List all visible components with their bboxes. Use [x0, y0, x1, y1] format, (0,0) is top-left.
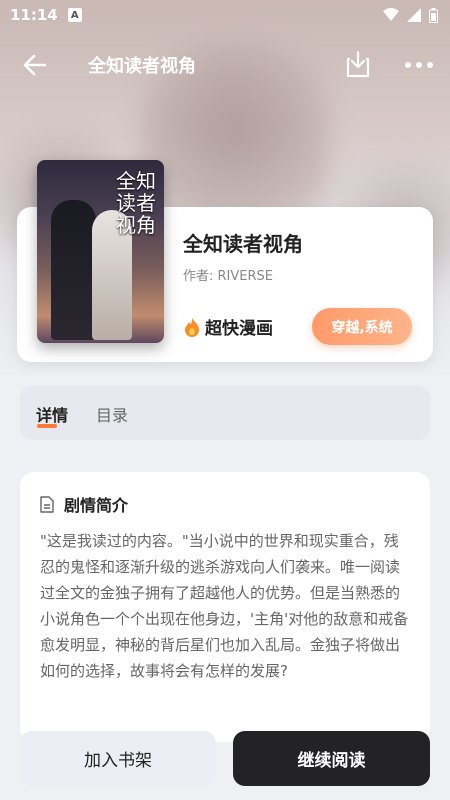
back-button[interactable]	[18, 48, 52, 82]
synopsis-header: 剧情简介	[40, 492, 128, 516]
wifi-icon	[383, 8, 399, 21]
top-app-bar: 全知读者视角	[0, 40, 450, 90]
tab-details[interactable]: 详情	[36, 402, 68, 426]
synopsis-heading: 剧情简介	[64, 496, 129, 515]
download-icon	[346, 50, 370, 78]
battery-icon	[429, 7, 438, 23]
download-button[interactable]	[345, 50, 375, 80]
continue-reading-button[interactable]: 继续阅读	[233, 731, 430, 786]
active-tab-indicator	[37, 424, 57, 428]
tab-catalog[interactable]: 目录	[96, 402, 128, 426]
genre-tag[interactable]: 穿越,系统	[312, 308, 412, 345]
source-label: 超快漫画	[205, 319, 273, 339]
add-to-shelf-button[interactable]: 加入书架	[20, 731, 216, 786]
fire-icon	[185, 317, 199, 337]
notification-badge-icon: A	[67, 8, 82, 22]
book-source: 超快漫画	[183, 314, 273, 339]
book-title: 全知读者视角	[183, 232, 303, 256]
book-author: 作者: RIVERSE	[183, 269, 273, 284]
status-time: 11:14	[10, 6, 58, 24]
page-title: 全知读者视角	[88, 56, 196, 77]
cover-title: 全知读者视角	[116, 169, 156, 237]
status-bar: 11:14 A	[0, 0, 450, 30]
more-button[interactable]	[402, 50, 438, 80]
document-icon	[40, 495, 54, 513]
more-icon	[405, 62, 433, 68]
synopsis-card: 剧情简介 "这是我读过的内容。"当小说中的世界和现实重合，残忍的鬼怪和逐渐升级的…	[20, 472, 430, 742]
signal-icon	[407, 8, 421, 22]
back-arrow-icon	[23, 54, 47, 76]
synopsis-text: "这是我读过的内容。"当小说中的世界和现实重合，残忍的鬼怪和逐渐升级的逃杀游戏向…	[40, 532, 409, 680]
tab-bar: 详情 目录	[20, 386, 430, 440]
book-cover[interactable]: 全知读者视角	[37, 160, 164, 343]
